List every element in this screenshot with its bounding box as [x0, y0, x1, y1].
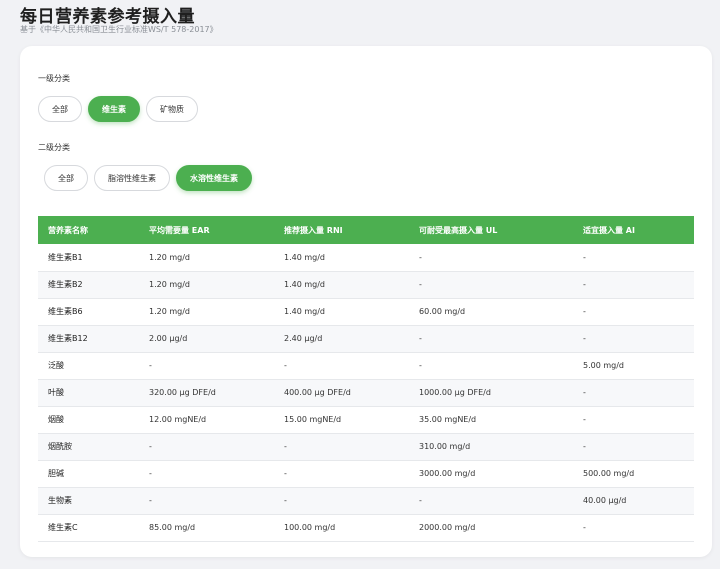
value-cell: 15.00 mgNE/d — [274, 406, 409, 434]
value-cell: - — [409, 325, 573, 353]
table-row: 胆碱 - -3000.00 mg/d 500.00 mg/d — [38, 460, 694, 488]
table-row: 叶酸 320.00 μg DFE/d 400.00 μg DFE/d 1000.00 … — [38, 379, 694, 407]
table-row: 烟酰胺 - -310.00 mg/d - — [38, 433, 694, 461]
level2-chip-water-soluble[interactable]: 水溶性维生素 — [176, 165, 252, 191]
value-cell: 60.00 mg/d — [409, 298, 573, 326]
value-cell: 1.20 mg/d — [139, 298, 274, 326]
nutrient-name-cell: 维生素B1 — [38, 244, 139, 272]
level2-label: 二级分类 — [38, 143, 70, 152]
page: 每日营养素参考摄入量 基于《中华人民共和国卫生行业标准WS/T 578-2017… — [0, 0, 720, 569]
table-header: 营养素名称 平均需要量 EAR 推荐摄入量 RNI 可耐受最高摄入量 UL 适宜摄入量 … — [38, 216, 694, 244]
value-cell: - — [573, 271, 694, 299]
nutrient-name-cell: 维生素B2 — [38, 271, 139, 299]
value-cell: - — [409, 352, 573, 380]
value-cell: 3000.00 mg/d — [409, 460, 573, 488]
main-card: 一级分类 全部 维生素 矿物质 二级分类 全部 脂溶性维生素 水溶性维生素 营养… — [20, 46, 712, 557]
table-row: 维生素B6 1.20 mg/d 1.40 mg/d 60.00 mg/d - — [38, 298, 694, 326]
value-cell: - — [409, 244, 573, 272]
column-header: 平均需要量 EAR — [139, 216, 274, 244]
value-cell: 2000.00 mg/d — [409, 514, 573, 542]
table-body: 维生素B1 1.20 mg/d 1.40 mg/d - - 维生素B2 1.20 mg/d 1… — [38, 244, 694, 542]
value-cell: - — [573, 298, 694, 326]
nutrient-name-cell: 烟酰胺 — [38, 433, 139, 461]
value-cell: 35.00 mgNE/d — [409, 406, 573, 434]
page-subtitle: 基于《中华人民共和国卫生行业标准WS/T 578-2017》 — [20, 25, 218, 34]
nutrient-name-cell: 生物素 — [38, 487, 139, 515]
value-cell: - — [573, 244, 694, 272]
nutrient-name-cell: 维生素C — [38, 514, 139, 542]
level1-chip-row: 全部 维生素 矿物质 — [38, 96, 198, 122]
table-row: 生物素 - - -40.00 μg/d — [38, 487, 694, 515]
value-cell: - — [409, 487, 573, 515]
value-cell: - — [409, 271, 573, 299]
value-cell: 5.00 mg/d — [573, 352, 694, 380]
value-cell: - — [573, 325, 694, 353]
level2-chip-row: 全部 脂溶性维生素 水溶性维生素 — [44, 165, 252, 191]
table-row: 维生素B1 1.20 mg/d 1.40 mg/d - - — [38, 244, 694, 272]
value-cell: 310.00 mg/d — [409, 433, 573, 461]
nutrient-name-cell: 维生素B6 — [38, 298, 139, 326]
column-header: 推荐摄入量 RNI — [274, 216, 409, 244]
value-cell: 100.00 mg/d — [274, 514, 409, 542]
table-row: 维生素C 85.00 mg/d 100.00 mg/d 2000.00 mg/d - — [38, 514, 694, 542]
value-cell: - — [139, 352, 274, 380]
value-cell: 12.00 mgNE/d — [139, 406, 274, 434]
column-header: 可耐受最高摄入量 UL — [409, 216, 573, 244]
level2-chip-fat-soluble[interactable]: 脂溶性维生素 — [94, 165, 170, 191]
nutrient-name-cell: 烟酸 — [38, 406, 139, 434]
value-cell: 1.40 mg/d — [274, 244, 409, 272]
table-row: 烟酸 12.00 mgNE/d 15.00 mgNE/d 35.00 mgNE/d - — [38, 406, 694, 434]
nutrient-name-cell: 叶酸 — [38, 379, 139, 407]
value-cell: 85.00 mg/d — [139, 514, 274, 542]
value-cell: 2.40 μg/d — [274, 325, 409, 353]
value-cell: 500.00 mg/d — [573, 460, 694, 488]
value-cell: 1000.00 μg DFE/d — [409, 379, 573, 407]
value-cell: - — [573, 514, 694, 542]
nutrient-name-cell: 泛酸 — [38, 352, 139, 380]
value-cell: 1.40 mg/d — [274, 271, 409, 299]
value-cell: 400.00 μg DFE/d — [274, 379, 409, 407]
column-header: 营养素名称 — [38, 216, 139, 244]
value-cell: - — [274, 352, 409, 380]
value-cell: - — [139, 460, 274, 488]
value-cell: 320.00 μg DFE/d — [139, 379, 274, 407]
level1-label: 一级分类 — [38, 74, 70, 83]
table-row: 泛酸 - - -5.00 mg/d — [38, 352, 694, 380]
value-cell: - — [573, 433, 694, 461]
value-cell: 1.20 mg/d — [139, 271, 274, 299]
value-cell: - — [274, 487, 409, 515]
value-cell: - — [274, 433, 409, 461]
value-cell: 1.20 mg/d — [139, 244, 274, 272]
nutrient-name-cell: 维生素B12 — [38, 325, 139, 353]
table-row: 维生素B12 2.00 μg/d 2.40 μg/d - - — [38, 325, 694, 353]
value-cell: - — [573, 379, 694, 407]
level1-chip-mineral[interactable]: 矿物质 — [146, 96, 198, 122]
value-cell: - — [139, 433, 274, 461]
table-header-row: 营养素名称 平均需要量 EAR 推荐摄入量 RNI 可耐受最高摄入量 UL 适宜摄入量 … — [38, 216, 694, 244]
value-cell: - — [139, 487, 274, 515]
level1-chip-all[interactable]: 全部 — [38, 96, 82, 122]
value-cell: 1.40 mg/d — [274, 298, 409, 326]
column-header: 适宜摄入量 AI — [573, 216, 694, 244]
value-cell: 40.00 μg/d — [573, 487, 694, 515]
value-cell: - — [274, 460, 409, 488]
table-row: 维生素B2 1.20 mg/d 1.40 mg/d - - — [38, 271, 694, 299]
nutrient-name-cell: 胆碱 — [38, 460, 139, 488]
value-cell: - — [573, 406, 694, 434]
level2-chip-all[interactable]: 全部 — [44, 165, 88, 191]
nutrient-table: 营养素名称 平均需要量 EAR 推荐摄入量 RNI 可耐受最高摄入量 UL 适宜摄入量 … — [38, 216, 694, 542]
value-cell: 2.00 μg/d — [139, 325, 274, 353]
level1-chip-vitamin[interactable]: 维生素 — [88, 96, 140, 122]
